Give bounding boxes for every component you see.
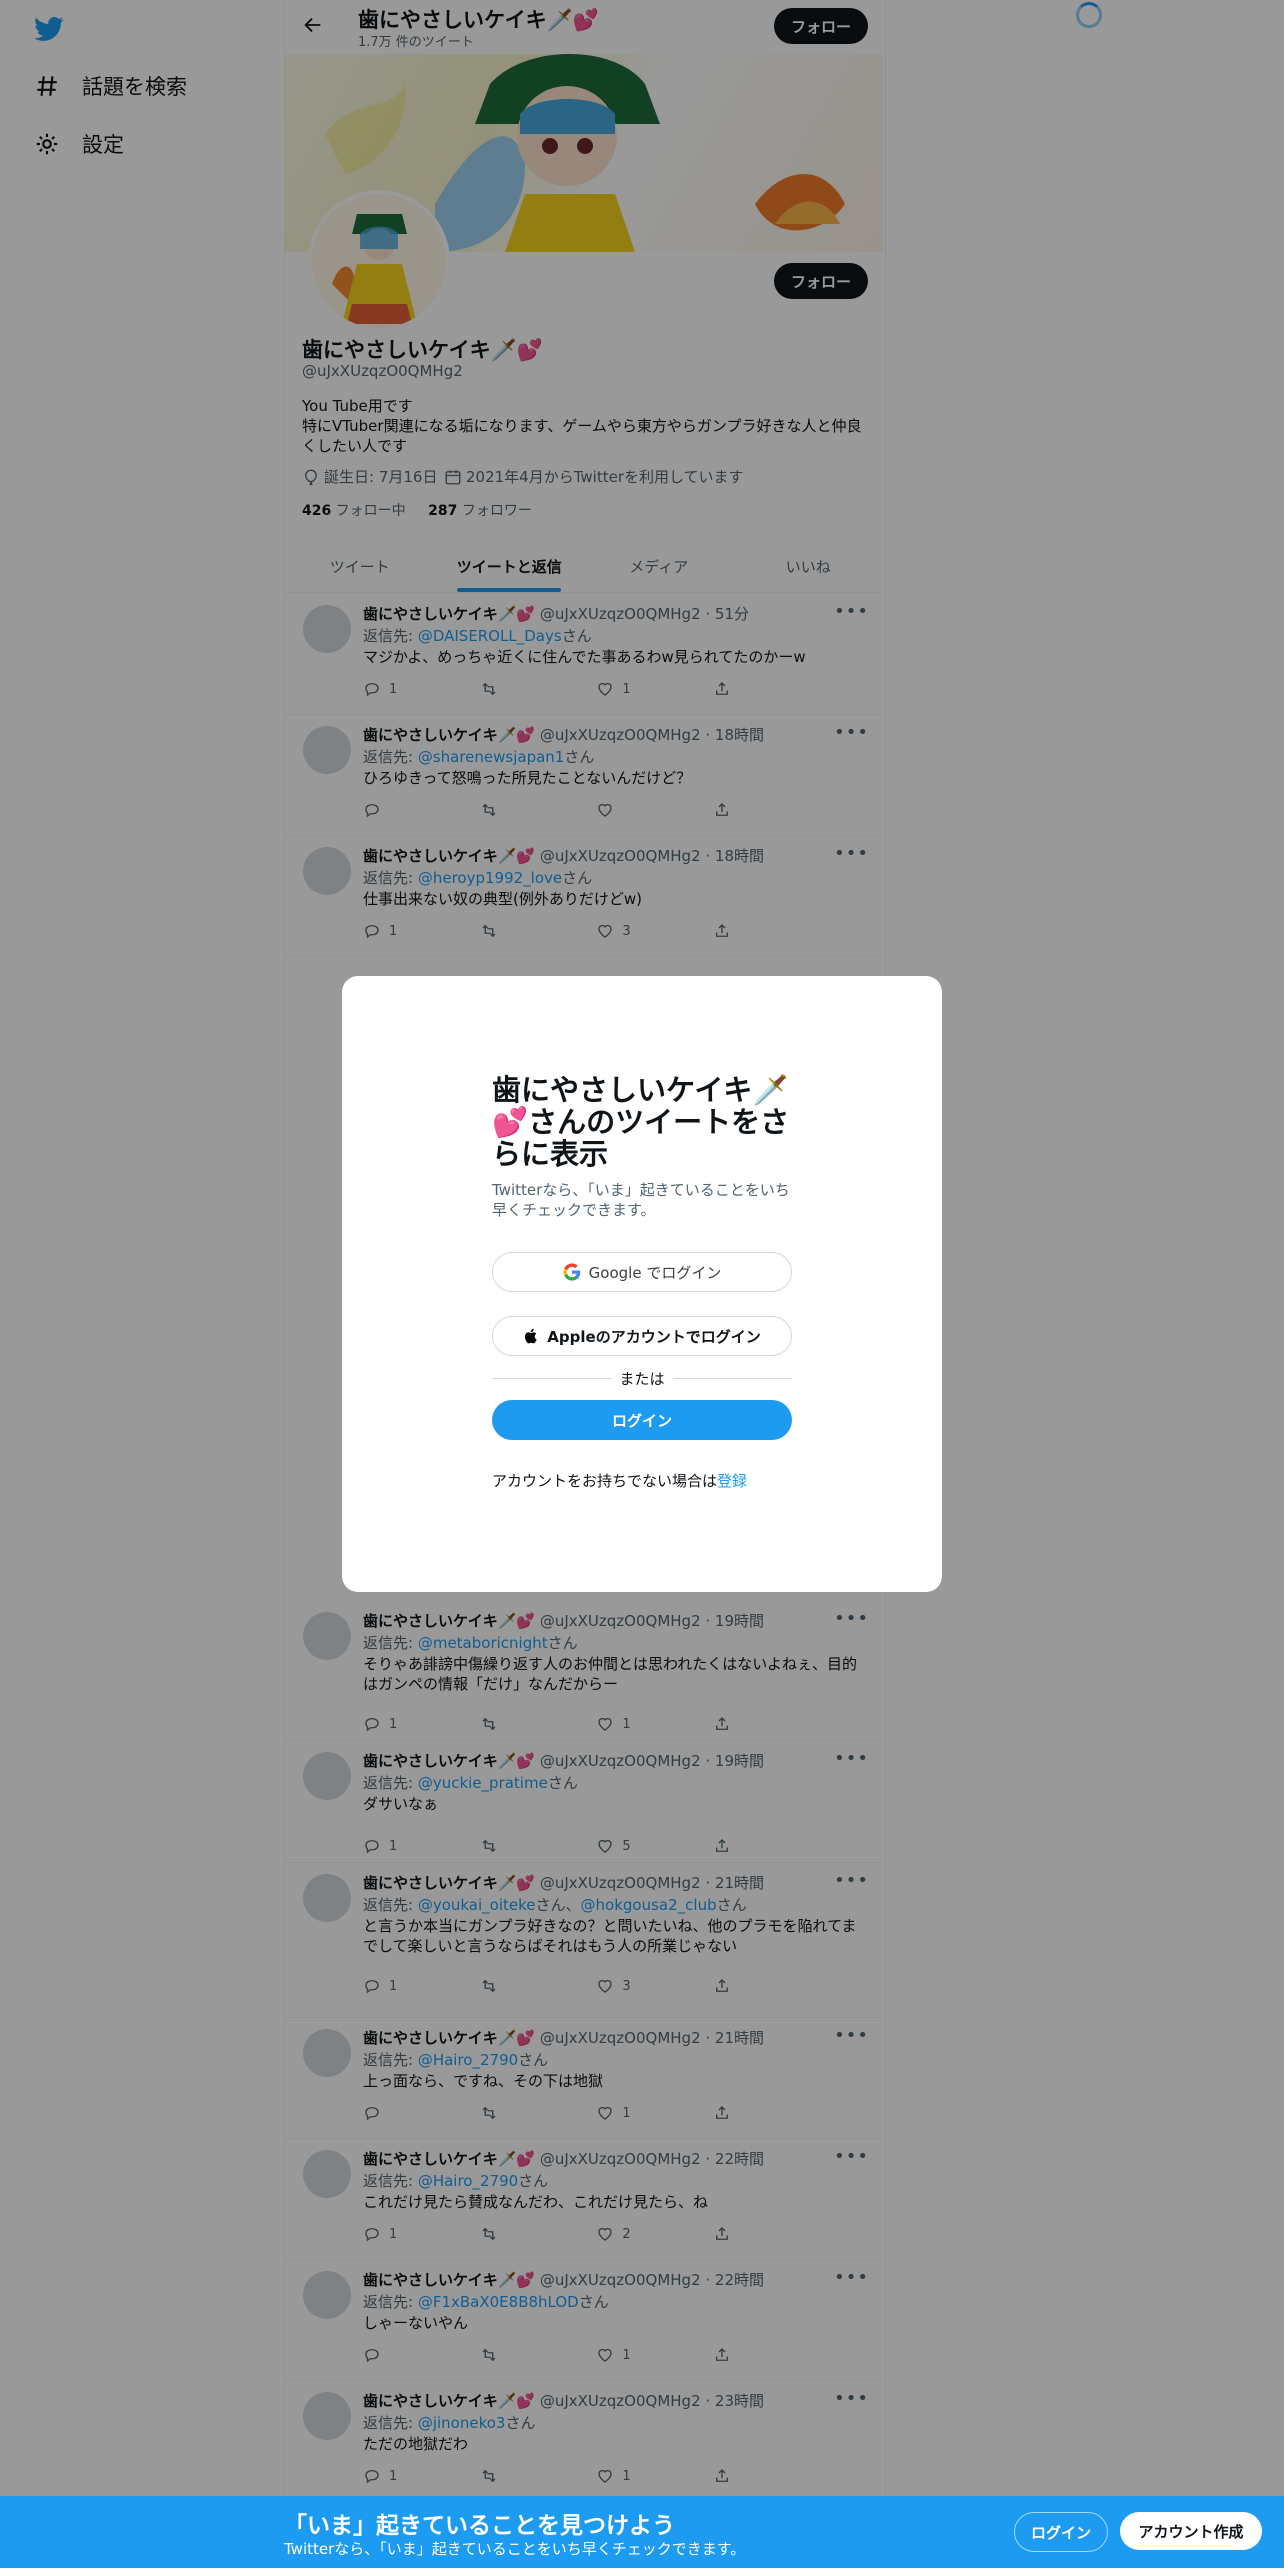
divider-line xyxy=(672,1377,793,1379)
apple-login-button[interactable]: Appleのアカウントでログイン xyxy=(492,1316,792,1356)
divider-line xyxy=(492,1377,612,1379)
google-login-label: Google でログイン xyxy=(588,1263,722,1282)
google-icon xyxy=(563,1263,580,1281)
or-divider: または xyxy=(492,1368,793,1388)
google-login-button[interactable]: Google でログイン xyxy=(492,1252,792,1292)
apple-login-label: Appleのアカウントでログイン xyxy=(547,1327,761,1346)
bottom-bar-subtitle: Twitterなら、「いま」起きていることをいち早くチェックできます。 xyxy=(284,2540,746,2558)
signup-prompt: アカウントをお持ちでない場合は登録 xyxy=(492,1470,747,1491)
signup-prompt-text: アカウントをお持ちでない場合は xyxy=(492,1472,718,1490)
bottom-login-button[interactable]: ログイン xyxy=(1014,2512,1108,2552)
modal-subtitle: Twitterなら、「いま」起きていることをいち早くチェックできます。 xyxy=(492,1181,790,1219)
bottom-signup-bar: 「いま」起きていることを見つけよう Twitterなら、「いま」起きていることを… xyxy=(0,2496,1284,2568)
login-modal: 歯にやさしいケイキ🗡️💕さんのツイートをさらに表示 Twitterなら、「いま」… xyxy=(342,976,942,1592)
signup-link[interactable]: 登録 xyxy=(717,1472,747,1490)
login-button[interactable]: ログイン xyxy=(492,1400,792,1440)
bottom-signup-button[interactable]: アカウント作成 xyxy=(1120,2512,1262,2550)
bottom-bar-title: 「いま」起きていることを見つけよう xyxy=(284,2513,675,2539)
apple-icon xyxy=(525,1328,537,1344)
modal-title: 歯にやさしいケイキ🗡️💕さんのツイートをさらに表示 xyxy=(492,1073,790,1171)
or-label: または xyxy=(619,1369,665,1388)
